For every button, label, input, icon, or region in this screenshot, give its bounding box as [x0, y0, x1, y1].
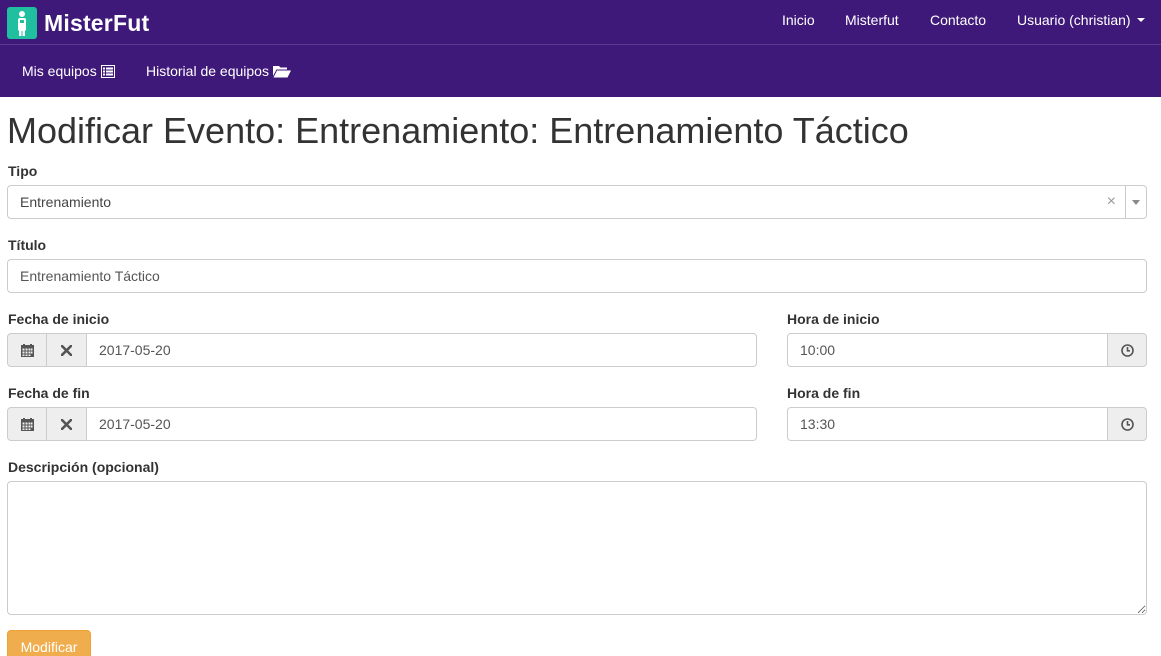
fecha-inicio-clear-button[interactable]: [46, 333, 87, 367]
descripcion-label: Descripción (opcional): [8, 459, 159, 475]
descripcion-textarea[interactable]: [7, 481, 1147, 615]
list-icon: [100, 64, 115, 78]
navbar: MisterFut Inicio Misterfut Contacto Usua…: [0, 0, 1161, 97]
nav-link-misterfut[interactable]: Misterfut: [845, 12, 899, 28]
subnav-link-mis-equipos[interactable]: Mis equipos: [22, 63, 115, 79]
calendar-icon: [20, 343, 34, 357]
brand-logo-icon: [7, 7, 37, 39]
modificar-button[interactable]: Modificar: [7, 630, 91, 656]
hora-fin-label: Hora de fin: [787, 385, 861, 401]
fecha-inicio-input[interactable]: [86, 333, 757, 367]
fecha-inicio-label: Fecha de inicio: [8, 311, 110, 327]
calendar-icon: [20, 417, 34, 431]
close-icon: [61, 344, 72, 356]
titulo-label: Título: [8, 237, 47, 253]
nav-link-contacto[interactable]: Contacto: [930, 12, 986, 28]
hora-inicio-clock-button[interactable]: [1107, 333, 1147, 367]
hora-fin-input[interactable]: [787, 407, 1108, 441]
fecha-inicio-calendar-button[interactable]: [7, 333, 47, 367]
user-dropdown-label: Usuario (christian): [1017, 12, 1131, 28]
brand-link[interactable]: MisterFut: [7, 7, 149, 39]
clear-selection-icon[interactable]: ×: [1107, 194, 1116, 210]
user-dropdown[interactable]: Usuario (christian): [1017, 12, 1145, 28]
caret-down-icon: [1136, 18, 1145, 22]
page-title: Modificar Evento: Entrenamiento: Entrena…: [7, 110, 909, 151]
fecha-fin-label: Fecha de fin: [8, 385, 90, 401]
chevron-down-icon: [1132, 200, 1140, 205]
titulo-input[interactable]: [7, 259, 1147, 293]
folder-open-icon: [272, 65, 291, 77]
subnav-label-mis-equipos: Mis equipos: [22, 63, 97, 79]
clock-icon: [1120, 343, 1134, 357]
clock-icon: [1120, 417, 1134, 431]
tipo-dropdown-toggle[interactable]: [1125, 186, 1146, 218]
tipo-label: Tipo: [8, 163, 38, 179]
tipo-select[interactable]: Entrenamiento ×: [7, 185, 1147, 219]
fecha-fin-clear-button[interactable]: [46, 407, 87, 441]
subnav-link-historial[interactable]: Historial de equipos: [146, 63, 291, 79]
navbar-top: MisterFut Inicio Misterfut Contacto Usua…: [0, 0, 1161, 45]
subnav-label-historial: Historial de equipos: [146, 63, 269, 79]
fecha-fin-calendar-button[interactable]: [7, 407, 47, 441]
nav-link-inicio[interactable]: Inicio: [782, 12, 815, 28]
fecha-fin-input[interactable]: [86, 407, 757, 441]
hora-inicio-input[interactable]: [787, 333, 1108, 367]
brand-name: MisterFut: [44, 9, 150, 36]
hora-inicio-label: Hora de inicio: [787, 311, 880, 327]
close-icon: [61, 418, 72, 430]
tipo-selected-value: Entrenamiento: [20, 194, 112, 210]
hora-fin-clock-button[interactable]: [1107, 407, 1147, 441]
